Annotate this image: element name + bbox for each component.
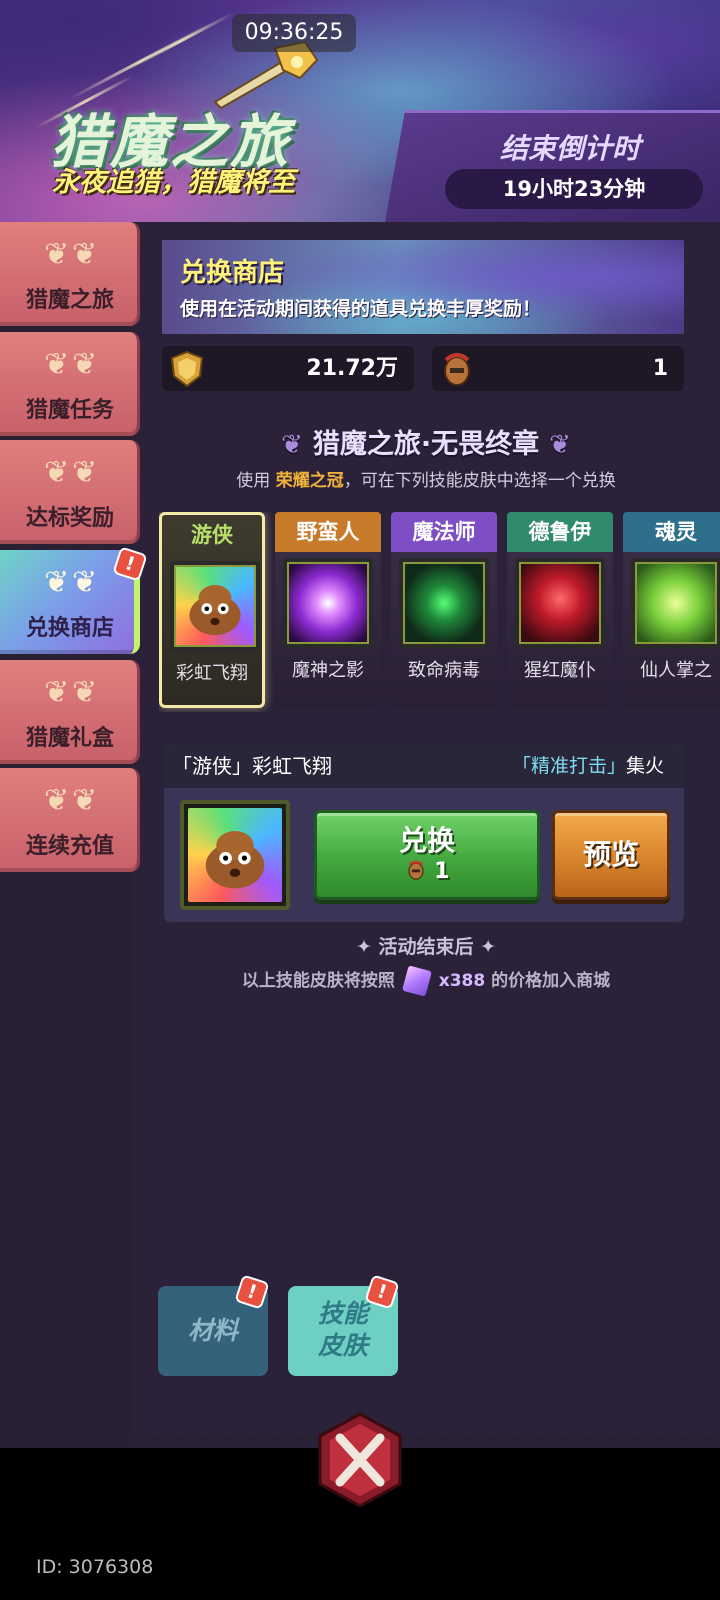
laurel-left-icon: ❦ [281, 430, 303, 460]
countdown-value: 19小时23分钟 [445, 169, 703, 209]
skin-card-list: 游侠 彩虹飞翔 野蛮人 魔神之影 魔法师 致命病毒 德鲁伊 猩红魔仆 魂灵 仙人… [159, 512, 720, 712]
laurel-icon: ❦ ❦ [44, 237, 98, 272]
skin-detail-skill: 「精准打击」集火 [512, 744, 664, 788]
skin-detail-panel: 「游侠」彩虹飞翔 「精准打击」集火 兑换 1 预览 [164, 744, 684, 922]
skin-card-class: 野蛮人 [275, 512, 381, 552]
skin-detail-header: 「游侠」彩虹飞翔 「精准打击」集火 [164, 744, 684, 788]
laurel-icon: ❦ ❦ [44, 783, 98, 818]
sidebar-item-label: 兑换商店 [25, 616, 114, 641]
skin-card[interactable]: 野蛮人 魔神之影 [275, 512, 381, 708]
skin-card-name: 致命病毒 [408, 660, 480, 681]
user-id: ID: 3076308 [36, 1556, 154, 1578]
currency-gold[interactable]: 21.72万 [162, 346, 414, 391]
event-subtitle: 永夜追猎，猎魔将至 [52, 167, 295, 198]
laurel-icon: ❦ ❦ [44, 565, 98, 600]
skin-detail-image [180, 800, 290, 910]
section-subtitle: 使用 荣耀之冠，可在下列技能皮肤中选择一个兑换 [132, 466, 720, 491]
skin-card[interactable]: 游侠 彩虹飞翔 [159, 512, 265, 708]
sidebar-item-label: 连续充值 [25, 834, 114, 859]
gold-shield-icon [170, 350, 204, 388]
sidebar-item-recharge[interactable]: ❦ ❦ 连续充值 [0, 768, 140, 872]
app: 09:36:25 猎魔之旅 永夜追猎，猎魔将至 结束倒计时 19小时23分钟 兑… [0, 0, 720, 1600]
laurel-icon: ❦ ❦ [44, 347, 98, 382]
tab-material-label: 材料 [187, 1316, 238, 1345]
shop-price-note-after: 的价格加入商城 [491, 971, 611, 991]
exchange-cost-value: 1 [434, 859, 450, 884]
laurel-icon: ❦ ❦ [44, 455, 98, 490]
countdown-panel: 结束倒计时 19小时23分钟 [385, 110, 720, 222]
skill-type: 集火 [625, 755, 664, 777]
laurel-icon: ❦ ❦ [44, 675, 98, 710]
skin-card-name: 彩虹飞翔 [176, 663, 248, 684]
shop-title: 兑换商店 [180, 258, 285, 288]
skin-card-name: 仙人掌之 [640, 660, 712, 681]
skin-image [631, 558, 720, 648]
poop-character-icon [205, 830, 265, 889]
section-sub-item: 荣耀之冠 [275, 471, 344, 491]
skin-card[interactable]: 魔法师 致命病毒 [391, 512, 497, 708]
shop-description: 使用在活动期间获得的道具兑换丰厚奖励！ [180, 298, 542, 320]
main-panel: 兑换商店 使用在活动期间获得的道具兑换丰厚奖励！ 21.72万 1 ❦ 猎魔之旅·… [132, 222, 720, 1452]
skin-card-class: 游侠 [191, 523, 233, 547]
skill-name: 「精准打击」 [511, 755, 626, 777]
section-sub-after: ，可在下列技能皮肤中选择一个兑换 [343, 471, 616, 491]
section-sub-before: 使用 [236, 471, 271, 491]
poop-character-icon [189, 585, 241, 636]
sidebar-item-giftbox[interactable]: ❦ ❦ 猎魔礼盒 [0, 660, 140, 764]
preview-button[interactable]: 预览 [552, 810, 670, 900]
countdown-title: 结束倒计时 [500, 132, 641, 165]
shop-banner: 兑换商店 使用在活动期间获得的道具兑换丰厚奖励！ [162, 240, 684, 334]
event-banner: 09:36:25 猎魔之旅 永夜追猎，猎魔将至 结束倒计时 19小时23分钟 [0, 0, 720, 225]
sidebar-item-label: 猎魔任务 [25, 398, 114, 423]
sidebar-item-label: 猎魔之旅 [25, 288, 114, 313]
skin-image [399, 558, 489, 648]
helmet-icon [444, 353, 470, 386]
sidebar-item-label: 猎魔礼盒 [25, 726, 114, 751]
skin-detail-name: 「游侠」彩虹飞翔 [172, 754, 332, 778]
exchange-button[interactable]: 兑换 1 [314, 810, 540, 900]
currency-crown-value: 1 [652, 356, 668, 381]
skin-image [170, 561, 260, 651]
currency-crown[interactable]: 1 [432, 346, 684, 391]
skin-image [515, 558, 605, 648]
gem-ticket-icon [401, 965, 432, 997]
skin-card-name: 魔神之影 [292, 660, 364, 681]
skin-card-class: 魂灵 [623, 512, 720, 552]
section-title-text: 猎魔之旅·无畏终章 [312, 429, 540, 460]
exchange-cost: 1 [317, 859, 537, 884]
laurel-right-icon: ❦ [549, 430, 571, 460]
sidebar-item-rewards[interactable]: ❦ ❦ 达标奖励 [0, 440, 140, 544]
section-title: ❦ 猎魔之旅·无畏终章 ❦ [132, 422, 720, 461]
event-end-note: ✦ 活动结束后 ✦ [355, 936, 497, 958]
helmet-icon [407, 860, 424, 880]
shop-price-note: 以上技能皮肤将按照 x388 的价格加入商城 [132, 965, 720, 997]
sidebar-item-tasks[interactable]: ❦ ❦ 猎魔任务 [0, 332, 140, 436]
skin-card-name: 猩红魔仆 [524, 660, 596, 681]
skin-card-class: 德鲁伊 [507, 512, 613, 552]
tab-skin-label-2: 皮肤 [317, 1331, 368, 1360]
shop-price: x388 [438, 971, 486, 991]
currency-gold-value: 21.72万 [306, 356, 398, 381]
skin-image [283, 558, 373, 648]
clock-time: 09:36:25 [232, 14, 356, 52]
shop-price-note-before: 以上技能皮肤将按照 [241, 971, 395, 991]
exchange-label: 兑换 [398, 824, 455, 857]
skin-card-class: 魔法师 [391, 512, 497, 552]
sidebar-item-label: 达标奖励 [25, 506, 114, 531]
skin-card[interactable]: 魂灵 仙人掌之 [623, 512, 720, 708]
sidebar-item-journey[interactable]: ❦ ❦ 猎魔之旅 [0, 222, 140, 326]
skin-card[interactable]: 德鲁伊 猩红魔仆 [507, 512, 613, 708]
close-emblem-icon[interactable] [314, 1410, 406, 1510]
